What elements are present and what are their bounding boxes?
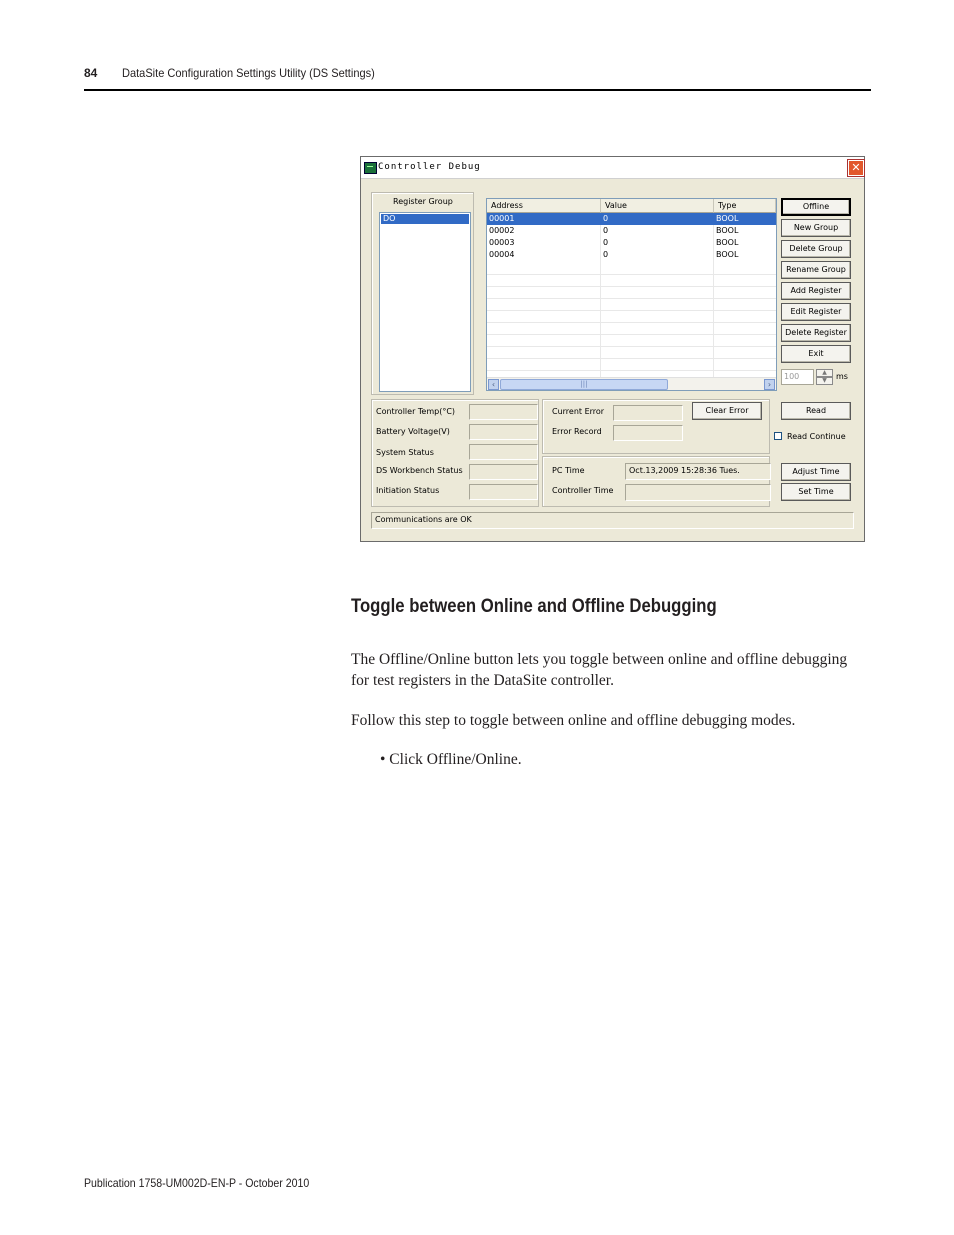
interval-input[interactable]: 100 <box>781 369 814 385</box>
horizontal-scrollbar[interactable]: ‹ ||| › <box>487 377 776 390</box>
scroll-left-icon[interactable]: ‹ <box>488 379 499 390</box>
read-continue-label: Read Continue <box>787 432 846 441</box>
scroll-right-icon[interactable]: › <box>764 379 775 390</box>
cell-type: BOOL <box>716 250 739 259</box>
controller-temp-label: Controller Temp(°C) <box>376 407 456 416</box>
exit-button[interactable]: Exit <box>781 345 851 363</box>
window-title: Controller Debug <box>378 162 481 172</box>
cell-type: BOOL <box>716 226 739 235</box>
title-bar: Controller Debug ✕ <box>361 157 864 179</box>
controller-temp-field <box>469 404 538 420</box>
table-row[interactable]: 00003 0 BOOL <box>487 237 776 249</box>
register-group-item[interactable]: DO <box>381 214 469 224</box>
cell-address: 00001 <box>489 214 515 223</box>
adjust-time-button[interactable]: Adjust Time <box>781 463 851 481</box>
pc-time-field: Oct.13,2009 15:28:36 Tues. <box>625 463 771 480</box>
interval-unit-label: ms <box>836 372 848 381</box>
status-bar: Communications are OK <box>371 512 854 529</box>
battery-voltage-label: Battery Voltage(V) <box>376 427 450 436</box>
error-record-label: Error Record <box>552 427 602 436</box>
column-header-type[interactable]: Type <box>714 199 776 213</box>
table-row[interactable]: 00002 0 BOOL <box>487 225 776 237</box>
cell-address: 00004 <box>489 250 515 259</box>
grid-line <box>487 274 776 275</box>
add-register-button[interactable]: Add Register <box>781 282 851 300</box>
initiation-status-field <box>469 484 538 500</box>
grid-line <box>487 322 776 323</box>
paragraph: Follow this step to toggle between onlin… <box>351 712 796 729</box>
initiation-status-label: Initiation Status <box>376 486 440 495</box>
read-button[interactable]: Read <box>781 402 851 420</box>
pc-time-label: PC Time <box>552 466 585 475</box>
cell-value: 0 <box>603 238 609 247</box>
system-status-label: System Status <box>376 448 434 457</box>
grid-line <box>487 346 776 347</box>
page-number: 84 <box>84 66 98 80</box>
grid-line <box>487 298 776 299</box>
paragraph: The Offline/Online button lets you toggl… <box>351 651 848 689</box>
controller-debug-window: Controller Debug ✕ Register Group DO Add… <box>360 156 865 542</box>
cell-address: 00003 <box>489 238 515 247</box>
error-record-field <box>613 425 683 441</box>
scroll-thumb[interactable]: ||| <box>500 379 668 390</box>
section-heading: Toggle between Online and Offline Debugg… <box>351 596 717 617</box>
ds-workbench-status-field <box>469 464 538 480</box>
spin-down-icon[interactable]: ▼ <box>816 377 833 385</box>
current-error-label: Current Error <box>552 407 605 416</box>
bullet-item: • Click Offline/Online. <box>380 751 522 768</box>
cell-value: 0 <box>603 250 609 259</box>
spin-up-icon[interactable]: ▲ <box>816 369 833 377</box>
header-rule <box>84 89 871 91</box>
grid-line <box>487 286 776 287</box>
controller-time-field <box>625 484 771 501</box>
app-icon <box>364 162 377 174</box>
column-header-address[interactable]: Address <box>487 199 601 213</box>
edit-register-button[interactable]: Edit Register <box>781 303 851 321</box>
set-time-button[interactable]: Set Time <box>781 483 851 501</box>
grid-line <box>487 310 776 311</box>
close-button[interactable]: ✕ <box>848 160 864 176</box>
column-header-value[interactable]: Value <box>601 199 714 213</box>
grid-line <box>487 334 776 335</box>
grid-line <box>487 370 776 371</box>
battery-voltage-field <box>469 424 538 440</box>
table-row[interactable]: 00004 0 BOOL <box>487 249 776 261</box>
grid-line <box>487 358 776 359</box>
running-header: DataSite Configuration Settings Utility … <box>122 66 375 80</box>
offline-button[interactable]: Offline <box>781 198 851 216</box>
cell-value: 0 <box>603 226 609 235</box>
register-table[interactable]: Address Value Type 00001 0 BOOL 00002 0 … <box>486 198 777 391</box>
cell-value: 0 <box>603 214 609 223</box>
register-group-label: Register Group <box>393 197 453 206</box>
rename-group-button[interactable]: Rename Group <box>781 261 851 279</box>
table-row[interactable]: 00001 0 BOOL <box>487 213 776 225</box>
clear-error-button[interactable]: Clear Error <box>692 402 762 420</box>
current-error-field <box>613 405 683 421</box>
delete-register-button[interactable]: Delete Register <box>781 324 851 342</box>
read-continue-checkbox[interactable] <box>774 432 782 440</box>
cell-address: 00002 <box>489 226 515 235</box>
system-status-field <box>469 444 538 460</box>
cell-type: BOOL <box>716 214 739 223</box>
delete-group-button[interactable]: Delete Group <box>781 240 851 258</box>
register-group-list[interactable]: DO <box>379 212 471 392</box>
publication-footer: Publication 1758-UM002D-EN-P - October 2… <box>84 1176 310 1190</box>
cell-type: BOOL <box>716 238 739 247</box>
controller-time-label: Controller Time <box>552 486 614 495</box>
new-group-button[interactable]: New Group <box>781 219 851 237</box>
ds-workbench-status-label: DS Workbench Status <box>376 466 463 475</box>
